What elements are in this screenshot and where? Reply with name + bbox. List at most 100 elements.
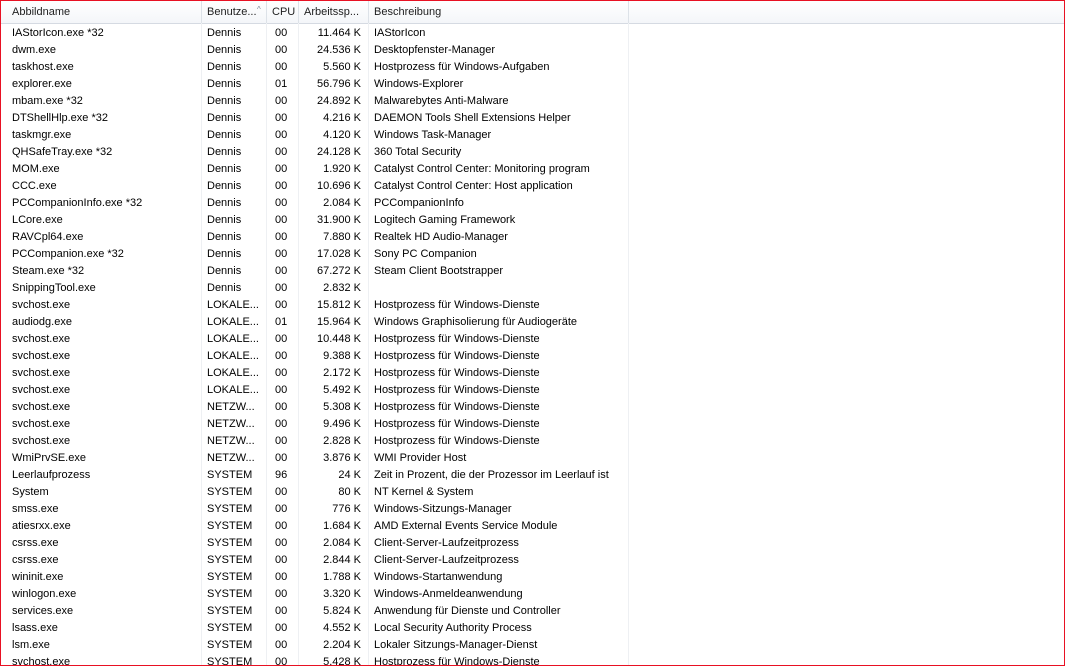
table-row[interactable]: System SYSTEM 00 80 K NT Kernel & System	[1, 484, 1064, 501]
table-row[interactable]: wininit.exe SYSTEM 00 1.788 K Windows-Starta…	[1, 569, 1064, 586]
table-row[interactable]: explorer.exe Dennis 01 56.796 K Windows-Expl…	[1, 76, 1064, 93]
process-description: 360 Total Security	[374, 146, 462, 158]
process-cpu: 00	[275, 44, 288, 56]
process-user: Dennis	[207, 44, 242, 56]
process-description: WMI Provider Host	[374, 452, 467, 464]
process-memory: 5.492 K	[323, 384, 361, 396]
table-row[interactable]: lsass.exe SYSTEM 00 4.552 K Local Security A…	[1, 620, 1064, 637]
table-row[interactable]: svchost.exe SYSTEM 00 5.428 K Hostprozess fü…	[1, 654, 1064, 666]
process-description: Hostprozess für Windows-Dienste	[374, 350, 540, 362]
process-name: Leerlaufprozess	[12, 469, 91, 481]
table-row[interactable]: taskmgr.exe Dennis 00 4.120 K Windows Task-M…	[1, 127, 1064, 144]
process-cpu: 00	[275, 656, 288, 666]
process-cpu: 00	[275, 197, 288, 209]
process-memory: 80 K	[338, 486, 361, 498]
table-row[interactable]: Leerlaufprozess SYSTEM 96 24 K Zeit in Proze…	[1, 467, 1064, 484]
table-row[interactable]: DTShellHlp.exe *32 Dennis 00 4.216 K DAEMON …	[1, 110, 1064, 127]
process-cpu: 00	[275, 588, 288, 600]
process-description: Catalyst Control Center: Monitoring prog…	[374, 163, 590, 175]
table-row[interactable]: audiodg.exe LOKALE... 01 15.964 K Windows Gr…	[1, 314, 1064, 331]
process-memory: 2.204 K	[323, 639, 361, 651]
table-row[interactable]: IAStorIcon.exe *32 Dennis 00 11.464 K IAStor…	[1, 25, 1064, 42]
process-memory: 2.832 K	[323, 282, 361, 294]
process-cpu: 00	[275, 350, 288, 362]
process-memory: 4.120 K	[323, 129, 361, 141]
process-cpu: 00	[275, 503, 288, 515]
table-row[interactable]: mbam.exe *32 Dennis 00 24.892 K Malwarebytes…	[1, 93, 1064, 110]
process-user: LOKALE...	[207, 333, 259, 345]
column-header-image-name[interactable]: Abbildname	[1, 1, 202, 23]
process-cpu: 00	[275, 248, 288, 260]
process-description: Hostprozess für Windows-Dienste	[374, 384, 540, 396]
process-memory: 24.536 K	[316, 44, 361, 56]
table-row[interactable]: smss.exe SYSTEM 00 776 K Windows-Sitzungs-Ma…	[1, 501, 1064, 518]
process-user: SYSTEM	[207, 622, 253, 634]
table-row[interactable]: svchost.exe NETZW... 00 2.828 K Hostprozess …	[1, 433, 1064, 450]
process-user: SYSTEM	[207, 486, 253, 498]
table-row[interactable]: QHSafeTray.exe *32 Dennis 00 24.128 K 360 To…	[1, 144, 1064, 161]
process-memory: 24 K	[338, 469, 361, 481]
process-description: Anwendung für Dienste und Controller	[374, 605, 561, 617]
process-description: Hostprozess für Windows-Dienste	[374, 418, 540, 430]
process-memory: 1.684 K	[323, 520, 361, 532]
process-memory: 10.696 K	[316, 180, 361, 192]
table-row[interactable]: PCCompanionInfo.exe *32 Dennis 00 2.084 K PC…	[1, 195, 1064, 212]
process-cpu: 00	[275, 554, 288, 566]
table-row[interactable]: PCCompanion.exe *32 Dennis 00 17.028 K Sony …	[1, 246, 1064, 263]
process-cpu: 00	[275, 486, 288, 498]
process-name: lsm.exe	[12, 639, 50, 651]
table-row[interactable]: WmiPrvSE.exe NETZW... 00 3.876 K WMI Provide…	[1, 450, 1064, 467]
column-header-description[interactable]: Beschreibung	[369, 1, 629, 23]
column-header-cpu[interactable]: CPU	[267, 1, 299, 23]
column-header-user[interactable]: ^ Benutze...	[202, 1, 267, 23]
column-header-memory[interactable]: Arbeitssp...	[299, 1, 369, 23]
process-user: NETZW...	[207, 418, 255, 430]
table-row[interactable]: svchost.exe LOKALE... 00 10.448 K Hostprozes…	[1, 331, 1064, 348]
table-row[interactable]: SnippingTool.exe Dennis 00 2.832 K	[1, 280, 1064, 297]
table-row[interactable]: LCore.exe Dennis 00 31.900 K Logitech Gaming…	[1, 212, 1064, 229]
process-user: Dennis	[207, 112, 242, 124]
table-row[interactable]: svchost.exe NETZW... 00 9.496 K Hostprozess …	[1, 416, 1064, 433]
process-name: winlogon.exe	[12, 588, 77, 600]
process-memory: 776 K	[332, 503, 361, 515]
process-user: LOKALE...	[207, 350, 259, 362]
table-row[interactable]: csrss.exe SYSTEM 00 2.844 K Client-Server-La…	[1, 552, 1064, 569]
process-name: taskmgr.exe	[12, 129, 72, 141]
table-row[interactable]: svchost.exe LOKALE... 00 2.172 K Hostprozess…	[1, 365, 1064, 382]
process-name: smss.exe	[12, 503, 59, 515]
process-name: QHSafeTray.exe *32	[12, 146, 113, 158]
process-user: Dennis	[207, 27, 242, 39]
process-description: Windows Task-Manager	[374, 129, 492, 141]
table-row[interactable]: CCC.exe Dennis 00 10.696 K Catalyst Control …	[1, 178, 1064, 195]
process-description: Windows Graphisolierung für Audiogeräte	[374, 316, 578, 328]
process-description: Logitech Gaming Framework	[374, 214, 516, 226]
process-user: Dennis	[207, 231, 242, 243]
table-row[interactable]: svchost.exe LOKALE... 00 9.388 K Hostprozess…	[1, 348, 1064, 365]
table-row[interactable]: Steam.exe *32 Dennis 00 67.272 K Steam Clien…	[1, 263, 1064, 280]
process-user: Dennis	[207, 146, 242, 158]
process-name: atiesrxx.exe	[12, 520, 71, 532]
table-row[interactable]: MOM.exe Dennis 00 1.920 K Catalyst Control C…	[1, 161, 1064, 178]
process-memory: 5.428 K	[323, 656, 361, 666]
table-row[interactable]: dwm.exe Dennis 00 24.536 K Desktopfenster-Ma…	[1, 42, 1064, 59]
table-row[interactable]: services.exe SYSTEM 00 5.824 K Anwendung für…	[1, 603, 1064, 620]
table-row[interactable]: lsm.exe SYSTEM 00 2.204 K Lokaler Sitzungs-M…	[1, 637, 1064, 654]
process-description: Malwarebytes Anti-Malware	[374, 95, 509, 107]
process-user: Dennis	[207, 78, 242, 90]
table-row[interactable]: atiesrxx.exe SYSTEM 00 1.684 K AMD External …	[1, 518, 1064, 535]
process-name: svchost.exe	[12, 435, 71, 447]
table-row[interactable]: svchost.exe LOKALE... 00 15.812 K Hostprozes…	[1, 297, 1064, 314]
table-row[interactable]: winlogon.exe SYSTEM 00 3.320 K Windows-Anmel…	[1, 586, 1064, 603]
table-row[interactable]: svchost.exe NETZW... 00 5.308 K Hostprozess …	[1, 399, 1064, 416]
table-row[interactable]: taskhost.exe Dennis 00 5.560 K Hostprozess f…	[1, 59, 1064, 76]
table-row[interactable]: csrss.exe SYSTEM 00 2.084 K Client-Server-La…	[1, 535, 1064, 552]
table-row[interactable]: svchost.exe LOKALE... 00 5.492 K Hostprozess…	[1, 382, 1064, 399]
process-name: WmiPrvSE.exe	[12, 452, 86, 464]
process-description: Client-Server-Laufzeitprozess	[374, 554, 519, 566]
process-description: Hostprozess für Windows-Dienste	[374, 299, 540, 311]
process-memory: 2.084 K	[323, 197, 361, 209]
process-cpu: 00	[275, 214, 288, 226]
table-row[interactable]: RAVCpl64.exe Dennis 00 7.880 K Realtek HD Au…	[1, 229, 1064, 246]
process-name: svchost.exe	[12, 367, 71, 379]
process-memory: 5.824 K	[323, 605, 361, 617]
